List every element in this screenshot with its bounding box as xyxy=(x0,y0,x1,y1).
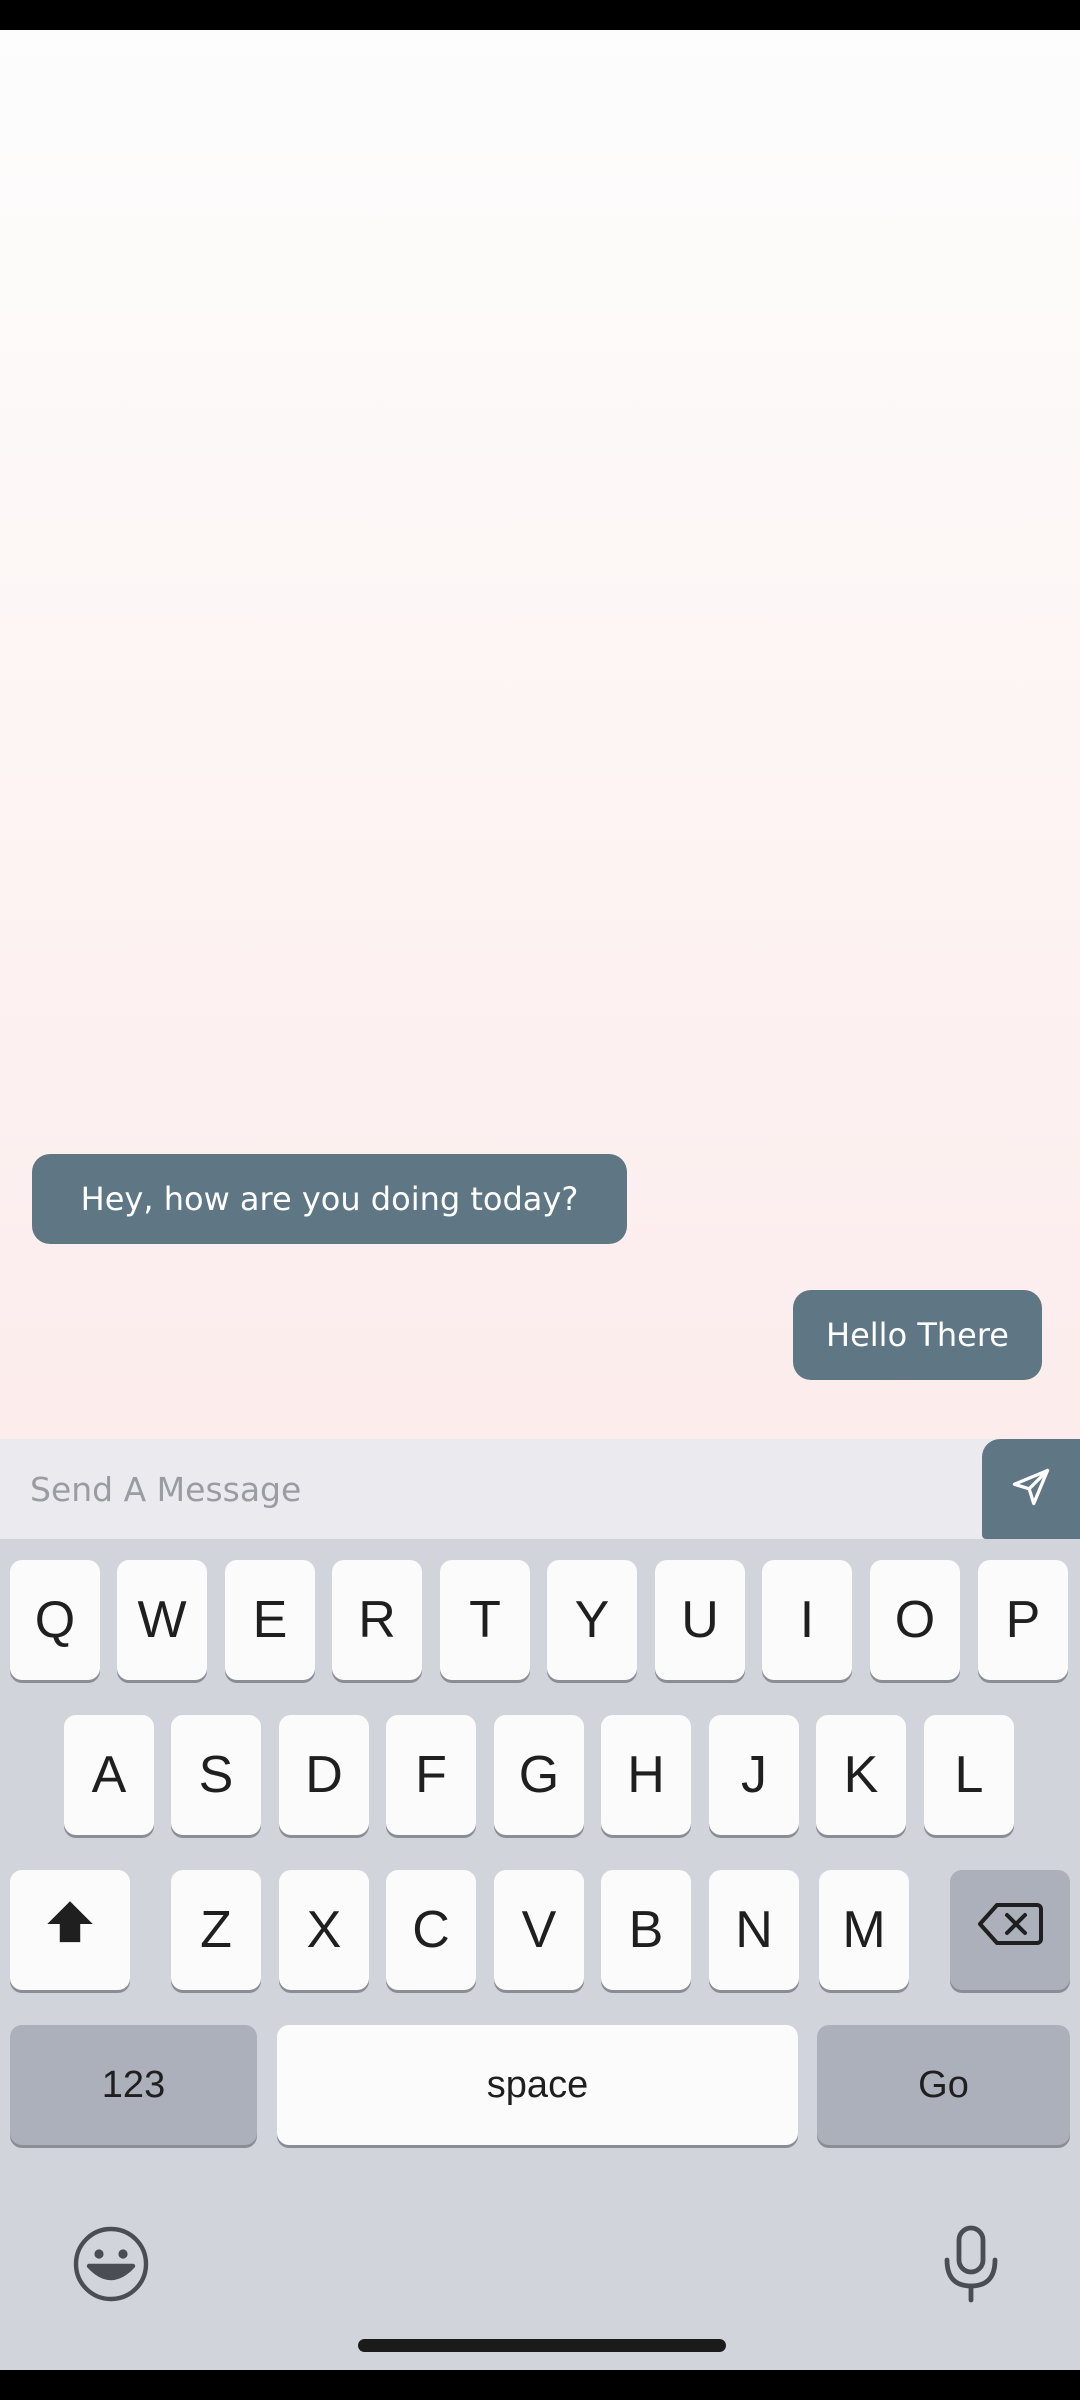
key-s[interactable]: S xyxy=(171,1715,261,1835)
key-g[interactable]: G xyxy=(494,1715,584,1835)
key-c[interactable]: C xyxy=(386,1870,476,1990)
key-h[interactable]: H xyxy=(601,1715,691,1835)
key-t[interactable]: T xyxy=(440,1560,530,1680)
message-input[interactable] xyxy=(0,1439,980,1539)
emoji-icon xyxy=(71,2224,151,2309)
key-f[interactable]: F xyxy=(386,1715,476,1835)
chat-area: Hey, how are you doing today? Hello Ther… xyxy=(0,30,1080,1439)
shift-key[interactable] xyxy=(10,1870,130,1990)
backspace-key[interactable] xyxy=(950,1870,1070,1990)
microphone-button[interactable] xyxy=(930,2225,1012,2307)
bottom-bezel xyxy=(0,2370,1080,2400)
key-i[interactable]: I xyxy=(762,1560,852,1680)
key-n[interactable]: N xyxy=(709,1870,799,1990)
key-z[interactable]: Z xyxy=(171,1870,261,1990)
key-a[interactable]: A xyxy=(64,1715,154,1835)
numbers-key[interactable]: 123 xyxy=(10,2025,257,2145)
send-button[interactable] xyxy=(982,1439,1080,1539)
message-bubble-outgoing: Hello There xyxy=(793,1290,1042,1380)
message-bubble-incoming: Hey, how are you doing today? xyxy=(32,1154,627,1244)
key-r[interactable]: R xyxy=(332,1560,422,1680)
home-indicator[interactable] xyxy=(358,2339,726,2352)
key-l[interactable]: L xyxy=(924,1715,1014,1835)
emoji-button[interactable] xyxy=(70,2225,152,2307)
status-bar xyxy=(0,0,1080,30)
key-x[interactable]: X xyxy=(279,1870,369,1990)
message-composer xyxy=(0,1439,1080,1539)
key-m[interactable]: M xyxy=(819,1870,909,1990)
key-k[interactable]: K xyxy=(816,1715,906,1835)
key-p[interactable]: P xyxy=(978,1560,1068,1680)
key-j[interactable]: J xyxy=(709,1715,799,1835)
go-key[interactable]: Go xyxy=(817,2025,1070,2145)
shift-icon xyxy=(42,1899,98,1962)
backspace-icon xyxy=(977,1900,1043,1960)
key-d[interactable]: D xyxy=(279,1715,369,1835)
key-b[interactable]: B xyxy=(601,1870,691,1990)
on-screen-keyboard: Q W E R T Y U I O P A S D F G H J K L Z … xyxy=(0,1539,1080,2370)
microphone-icon xyxy=(941,2224,1001,2309)
key-q[interactable]: Q xyxy=(10,1560,100,1680)
key-e[interactable]: E xyxy=(225,1560,315,1680)
key-v[interactable]: V xyxy=(494,1870,584,1990)
key-y[interactable]: Y xyxy=(547,1560,637,1680)
key-w[interactable]: W xyxy=(117,1560,207,1680)
key-u[interactable]: U xyxy=(655,1560,745,1680)
send-icon xyxy=(1009,1465,1053,1514)
key-o[interactable]: O xyxy=(870,1560,960,1680)
space-key[interactable]: space xyxy=(277,2025,798,2145)
